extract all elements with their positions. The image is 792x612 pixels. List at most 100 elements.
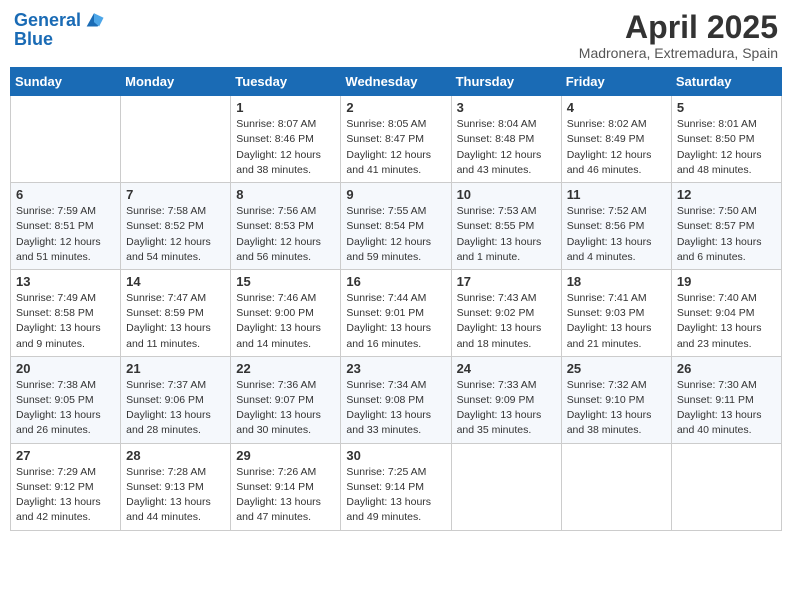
calendar-day-cell: 15 Sunrise: 7:46 AMSunset: 9:00 PMDayligh… <box>231 269 341 356</box>
day-detail: Sunrise: 7:37 AMSunset: 9:06 PMDaylight:… <box>126 378 225 439</box>
calendar-day-cell: 5 Sunrise: 8:01 AMSunset: 8:50 PMDaylight… <box>671 96 781 183</box>
calendar-day-cell: 8Sunrise: 7:56 AMSunset: 8:53 PMDaylight… <box>231 183 341 270</box>
calendar-week-row: 13 Sunrise: 7:49 AMSunset: 8:58 PMDayligh… <box>11 269 782 356</box>
calendar-day-cell: 25 Sunrise: 7:32 AMSunset: 9:10 PMDayligh… <box>561 356 671 443</box>
calendar-day-cell: 6 Sunrise: 7:59 AMSunset: 8:51 PMDaylight… <box>11 183 121 270</box>
calendar-day-cell <box>121 96 231 183</box>
calendar-day-cell <box>11 96 121 183</box>
day-number: 22 <box>236 361 335 376</box>
weekday-header-cell: Tuesday <box>231 68 341 96</box>
day-detail: Sunrise: 8:05 AMSunset: 8:47 PMDaylight:… <box>346 117 445 178</box>
day-number: 24 <box>457 361 556 376</box>
day-detail: Sunrise: 7:50 AMSunset: 8:57 PMDaylight:… <box>677 204 776 265</box>
logo-text: General <box>14 11 81 31</box>
weekday-header-cell: Monday <box>121 68 231 96</box>
calendar-day-cell: 21 Sunrise: 7:37 AMSunset: 9:06 PMDayligh… <box>121 356 231 443</box>
day-detail: Sunrise: 7:33 AMSunset: 9:09 PMDaylight:… <box>457 378 556 439</box>
day-detail: Sunrise: 7:49 AMSunset: 8:58 PMDaylight:… <box>16 291 115 352</box>
day-number: 25 <box>567 361 666 376</box>
day-number: 17 <box>457 274 556 289</box>
day-number: 26 <box>677 361 776 376</box>
day-number: 4 <box>567 100 666 115</box>
day-number: 13 <box>16 274 115 289</box>
calendar-day-cell: 1 Sunrise: 8:07 AMSunset: 8:46 PMDaylight… <box>231 96 341 183</box>
day-detail: Sunrise: 7:38 AMSunset: 9:05 PMDaylight:… <box>16 378 115 439</box>
day-number: 1 <box>236 100 335 115</box>
calendar-week-row: 20 Sunrise: 7:38 AMSunset: 9:05 PMDayligh… <box>11 356 782 443</box>
calendar-day-cell: 30Sunrise: 7:25 AMSunset: 9:14 PMDayligh… <box>341 443 451 530</box>
day-detail: Sunrise: 7:30 AMSunset: 9:11 PMDaylight:… <box>677 378 776 439</box>
calendar-week-row: 27Sunrise: 7:29 AMSunset: 9:12 PMDayligh… <box>11 443 782 530</box>
calendar-day-cell: 13 Sunrise: 7:49 AMSunset: 8:58 PMDayligh… <box>11 269 121 356</box>
day-detail: Sunrise: 7:25 AMSunset: 9:14 PMDaylight:… <box>346 465 445 526</box>
day-detail: Sunrise: 7:44 AMSunset: 9:01 PMDaylight:… <box>346 291 445 352</box>
calendar-day-cell: 23 Sunrise: 7:34 AMSunset: 9:08 PMDayligh… <box>341 356 451 443</box>
location-title: Madronera, Extremadura, Spain <box>579 45 778 61</box>
day-number: 29 <box>236 448 335 463</box>
day-number: 5 <box>677 100 776 115</box>
month-title: April 2025 <box>579 10 778 45</box>
weekday-header-row: SundayMondayTuesdayWednesdayThursdayFrid… <box>11 68 782 96</box>
day-detail: Sunrise: 8:01 AMSunset: 8:50 PMDaylight:… <box>677 117 776 178</box>
header: General Blue April 2025 Madronera, Extre… <box>10 10 782 61</box>
day-detail: Sunrise: 7:53 AMSunset: 8:55 PMDaylight:… <box>457 204 556 265</box>
calendar-week-row: 6 Sunrise: 7:59 AMSunset: 8:51 PMDaylight… <box>11 183 782 270</box>
weekday-header-cell: Saturday <box>671 68 781 96</box>
day-number: 16 <box>346 274 445 289</box>
day-number: 18 <box>567 274 666 289</box>
day-number: 12 <box>677 187 776 202</box>
calendar-day-cell: 3Sunrise: 8:04 AMSunset: 8:48 PMDaylight… <box>451 96 561 183</box>
day-detail: Sunrise: 8:07 AMSunset: 8:46 PMDaylight:… <box>236 117 335 178</box>
calendar-day-cell: 16 Sunrise: 7:44 AMSunset: 9:01 PMDayligh… <box>341 269 451 356</box>
weekday-header-cell: Thursday <box>451 68 561 96</box>
calendar-day-cell: 26 Sunrise: 7:30 AMSunset: 9:11 PMDayligh… <box>671 356 781 443</box>
day-number: 14 <box>126 274 225 289</box>
day-number: 3 <box>457 100 556 115</box>
day-number: 11 <box>567 187 666 202</box>
day-number: 28 <box>126 448 225 463</box>
day-detail: Sunrise: 7:28 AMSunset: 9:13 PMDaylight:… <box>126 465 225 526</box>
logo-blue-text: Blue <box>14 30 53 50</box>
calendar-day-cell: 18Sunrise: 7:41 AMSunset: 9:03 PMDayligh… <box>561 269 671 356</box>
day-detail: Sunrise: 7:55 AMSunset: 8:54 PMDaylight:… <box>346 204 445 265</box>
calendar-day-cell: 24 Sunrise: 7:33 AMSunset: 9:09 PMDayligh… <box>451 356 561 443</box>
weekday-header-cell: Wednesday <box>341 68 451 96</box>
day-number: 7 <box>126 187 225 202</box>
calendar-day-cell: 11 Sunrise: 7:52 AMSunset: 8:56 PMDayligh… <box>561 183 671 270</box>
calendar-table: SundayMondayTuesdayWednesdayThursdayFrid… <box>10 67 782 530</box>
day-detail: Sunrise: 7:26 AMSunset: 9:14 PMDaylight:… <box>236 465 335 526</box>
day-number: 9 <box>346 187 445 202</box>
day-number: 20 <box>16 361 115 376</box>
weekday-header-cell: Sunday <box>11 68 121 96</box>
day-number: 19 <box>677 274 776 289</box>
day-detail: Sunrise: 7:43 AMSunset: 9:02 PMDaylight:… <box>457 291 556 352</box>
calendar-day-cell: 27Sunrise: 7:29 AMSunset: 9:12 PMDayligh… <box>11 443 121 530</box>
day-detail: Sunrise: 7:46 AMSunset: 9:00 PMDaylight:… <box>236 291 335 352</box>
day-detail: Sunrise: 7:29 AMSunset: 9:12 PMDaylight:… <box>16 465 115 526</box>
calendar-day-cell: 4 Sunrise: 8:02 AMSunset: 8:49 PMDaylight… <box>561 96 671 183</box>
day-detail: Sunrise: 7:32 AMSunset: 9:10 PMDaylight:… <box>567 378 666 439</box>
day-number: 10 <box>457 187 556 202</box>
day-detail: Sunrise: 7:58 AMSunset: 8:52 PMDaylight:… <box>126 204 225 265</box>
day-detail: Sunrise: 8:02 AMSunset: 8:49 PMDaylight:… <box>567 117 666 178</box>
logo-icon <box>83 10 105 32</box>
day-detail: Sunrise: 7:52 AMSunset: 8:56 PMDaylight:… <box>567 204 666 265</box>
calendar-day-cell: 7 Sunrise: 7:58 AMSunset: 8:52 PMDaylight… <box>121 183 231 270</box>
calendar-day-cell: 28 Sunrise: 7:28 AMSunset: 9:13 PMDayligh… <box>121 443 231 530</box>
calendar-day-cell <box>451 443 561 530</box>
day-number: 6 <box>16 187 115 202</box>
day-number: 21 <box>126 361 225 376</box>
day-number: 15 <box>236 274 335 289</box>
calendar-day-cell <box>671 443 781 530</box>
calendar-day-cell: 9 Sunrise: 7:55 AMSunset: 8:54 PMDaylight… <box>341 183 451 270</box>
calendar-day-cell <box>561 443 671 530</box>
day-number: 23 <box>346 361 445 376</box>
logo: General Blue <box>14 10 105 50</box>
calendar-day-cell: 22Sunrise: 7:36 AMSunset: 9:07 PMDayligh… <box>231 356 341 443</box>
day-detail: Sunrise: 7:47 AMSunset: 8:59 PMDaylight:… <box>126 291 225 352</box>
calendar-day-cell: 10 Sunrise: 7:53 AMSunset: 8:55 PMDayligh… <box>451 183 561 270</box>
day-detail: Sunrise: 7:34 AMSunset: 9:08 PMDaylight:… <box>346 378 445 439</box>
day-detail: Sunrise: 7:56 AMSunset: 8:53 PMDaylight:… <box>236 204 335 265</box>
day-detail: Sunrise: 7:59 AMSunset: 8:51 PMDaylight:… <box>16 204 115 265</box>
calendar-day-cell: 14 Sunrise: 7:47 AMSunset: 8:59 PMDayligh… <box>121 269 231 356</box>
